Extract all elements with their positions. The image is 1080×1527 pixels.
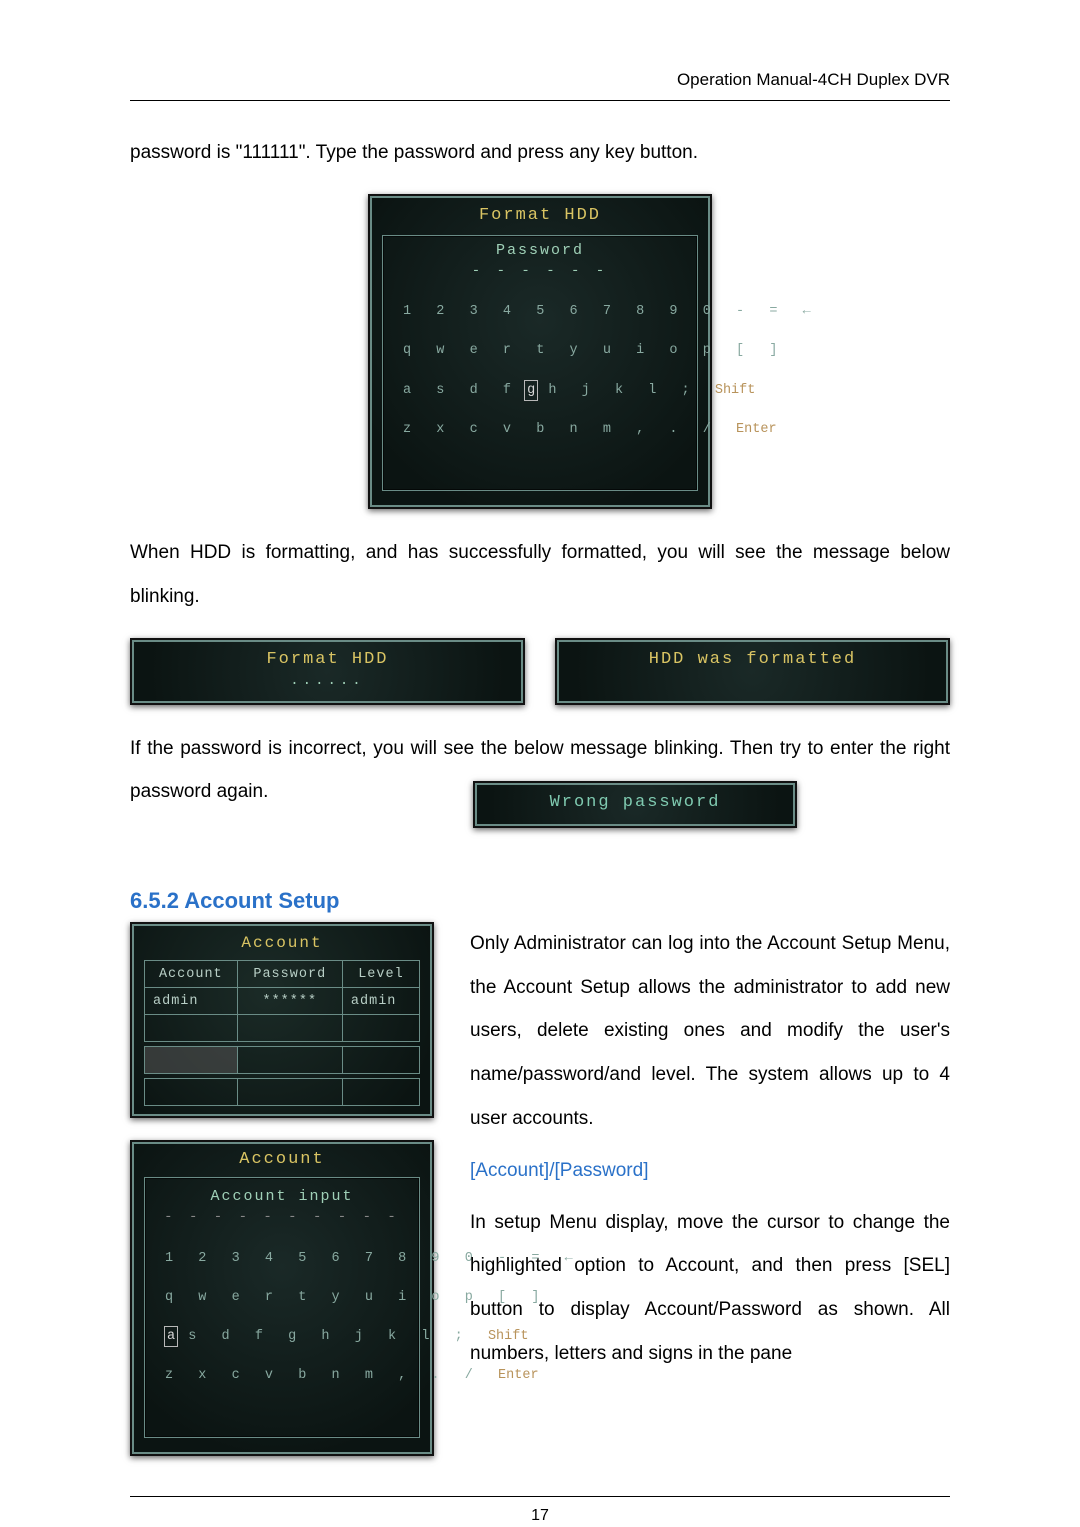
paragraph: Only Administrator can log into the Acco…	[470, 922, 950, 1140]
kbd-row: q w e r t y u i o p [ ]	[165, 1288, 399, 1308]
th-account: Account	[145, 961, 238, 988]
cell-level: admin	[342, 988, 419, 1015]
account-table: Account Password Level admin ****** admi…	[144, 960, 420, 1106]
kbd-highlighted-key: g	[525, 381, 537, 401]
table-row	[145, 1047, 420, 1074]
figure-wrong-password: Wrong password	[320, 781, 950, 828]
kbd-row: z x c v b n m , . / Enter	[403, 420, 677, 440]
osd-banner-formatting: Format HDD ......	[130, 638, 525, 705]
paragraph: password is "111111". Type the password …	[130, 131, 950, 175]
osd-password-dots: - - - - - -	[393, 263, 687, 279]
table-row	[145, 1079, 420, 1106]
page-header: Operation Manual-4CH Duplex DVR	[130, 70, 950, 90]
osd-subtitle: Password	[393, 242, 687, 259]
cell-password	[237, 1047, 342, 1074]
cell-account-selected	[145, 1047, 238, 1074]
cell-password	[237, 1079, 342, 1106]
table-row	[145, 1015, 420, 1042]
kbd-row: 1 2 3 4 5 6 7 8 9 0 - = ←	[403, 302, 677, 322]
two-column-block: Account Account Password Level admin ***…	[130, 922, 950, 1456]
kbd-row: 1 2 3 4 5 6 7 8 9 0 - = ←	[165, 1249, 399, 1269]
header-rule	[130, 100, 950, 101]
osd-subtitle: Account input	[155, 1188, 409, 1205]
paragraph: In setup Menu display, move the cursor t…	[470, 1201, 950, 1376]
subheading-account-password: [Account]/[Password]	[470, 1160, 950, 1182]
osd-input-dashes: - - - - - - - - - -	[155, 1209, 409, 1225]
paragraph: When HDD is formatting, and has successf…	[130, 531, 950, 618]
kbd-row: q w e r t y u i o p [ ]	[403, 341, 677, 361]
figure-row-format-status: Format HDD ...... HDD was formatted	[130, 638, 950, 705]
kbd-row: a s d f g h j k l ; Shift	[165, 1327, 399, 1347]
document-page: Operation Manual-4CH Duplex DVR password…	[0, 0, 1080, 1527]
osd-inner-box: Account input - - - - - - - - - - 1 2 3 …	[144, 1177, 420, 1438]
osd-inner-box: Password - - - - - - 1 2 3 4 5 6 7 8 9 0…	[382, 235, 698, 492]
cell-level	[342, 1079, 419, 1106]
table-row: admin ****** admin	[145, 988, 420, 1015]
cell-account: admin	[145, 988, 238, 1015]
footer-rule	[130, 1496, 950, 1497]
osd-keyboard: 1 2 3 4 5 6 7 8 9 0 - = ← q w e r t y u …	[155, 1225, 409, 1431]
th-password: Password	[237, 961, 342, 988]
kbd-highlighted-key: a	[165, 1327, 177, 1347]
text-column: Only Administrator can log into the Acco…	[470, 922, 950, 1394]
page-number: 17	[130, 1507, 950, 1525]
figure-format-hdd-password: Format HDD Password - - - - - - 1 2 3 4 …	[130, 194, 950, 510]
osd-account-table: Account Account Password Level admin ***…	[130, 922, 434, 1118]
th-level: Level	[342, 961, 419, 988]
cell-password: ******	[237, 988, 342, 1015]
section-heading: 6.5.2 Account Setup	[130, 888, 950, 914]
osd-banner-wrong-password: Wrong password	[473, 781, 797, 828]
osd-title: Account	[132, 1150, 432, 1169]
osd-banner-formatted: HDD was formatted	[555, 638, 950, 705]
kbd-row: z x c v b n m , . / Enter	[165, 1366, 399, 1386]
cell-level	[342, 1015, 419, 1042]
osd-panel: Format HDD Password - - - - - - 1 2 3 4 …	[368, 194, 712, 510]
cell-account	[145, 1015, 238, 1042]
table-header-row: Account Password Level	[145, 961, 420, 988]
kbd-row: a s d f g h j k l ; Shift	[403, 381, 677, 401]
osd-dots: ......	[132, 673, 523, 689]
osd-account-input: Account Account input - - - - - - - - - …	[130, 1140, 434, 1456]
cell-level	[342, 1047, 419, 1074]
cell-password	[237, 1015, 342, 1042]
figure-column: Account Account Password Level admin ***…	[130, 922, 430, 1456]
osd-title: Format HDD	[370, 206, 710, 225]
osd-keyboard: 1 2 3 4 5 6 7 8 9 0 - = ← q w e r t y u …	[393, 279, 687, 485]
cell-account	[145, 1079, 238, 1106]
osd-title: Account	[132, 924, 432, 960]
